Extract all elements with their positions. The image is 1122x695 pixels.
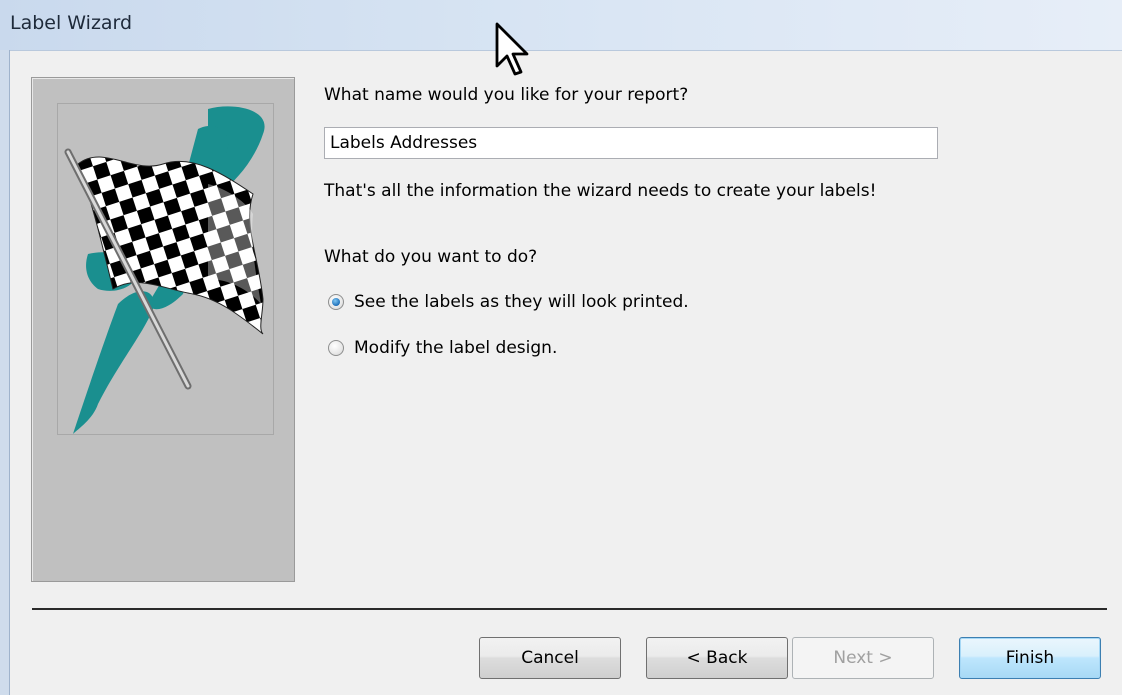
next-button[interactable]: Next >: [792, 637, 934, 679]
label-wizard-dialog: Label Wizard What name would you like fo…: [0, 0, 1122, 695]
option-preview-labels-label[interactable]: See the labels as they will look printed…: [354, 292, 689, 312]
back-button[interactable]: < Back: [646, 637, 788, 679]
info-text: That's all the information the wizard ne…: [324, 181, 877, 201]
button-separator: [32, 608, 1107, 610]
window-title: Label Wizard: [10, 12, 133, 34]
option-preview-labels[interactable]: See the labels as they will look printed…: [328, 290, 689, 314]
mouse-cursor-icon: [495, 22, 529, 76]
title-bar[interactable]: Label Wizard: [0, 0, 1122, 51]
report-name-input[interactable]: [324, 127, 938, 159]
option-modify-design-label[interactable]: Modify the label design.: [354, 338, 557, 358]
window-left-border: [0, 50, 10, 695]
wizard-art-panel: [31, 77, 295, 582]
wizard-art-frame: [57, 103, 274, 435]
option-modify-design[interactable]: Modify the label design.: [328, 336, 557, 360]
radio-button-selected[interactable]: [328, 294, 344, 310]
radio-button-unselected[interactable]: [328, 340, 344, 356]
checkered-flag-icon: [64, 106, 265, 434]
cancel-button[interactable]: Cancel: [479, 637, 621, 679]
action-prompt: What do you want to do?: [324, 247, 538, 267]
finish-button[interactable]: Finish: [959, 637, 1101, 679]
report-name-prompt: What name would you like for your report…: [324, 85, 689, 105]
